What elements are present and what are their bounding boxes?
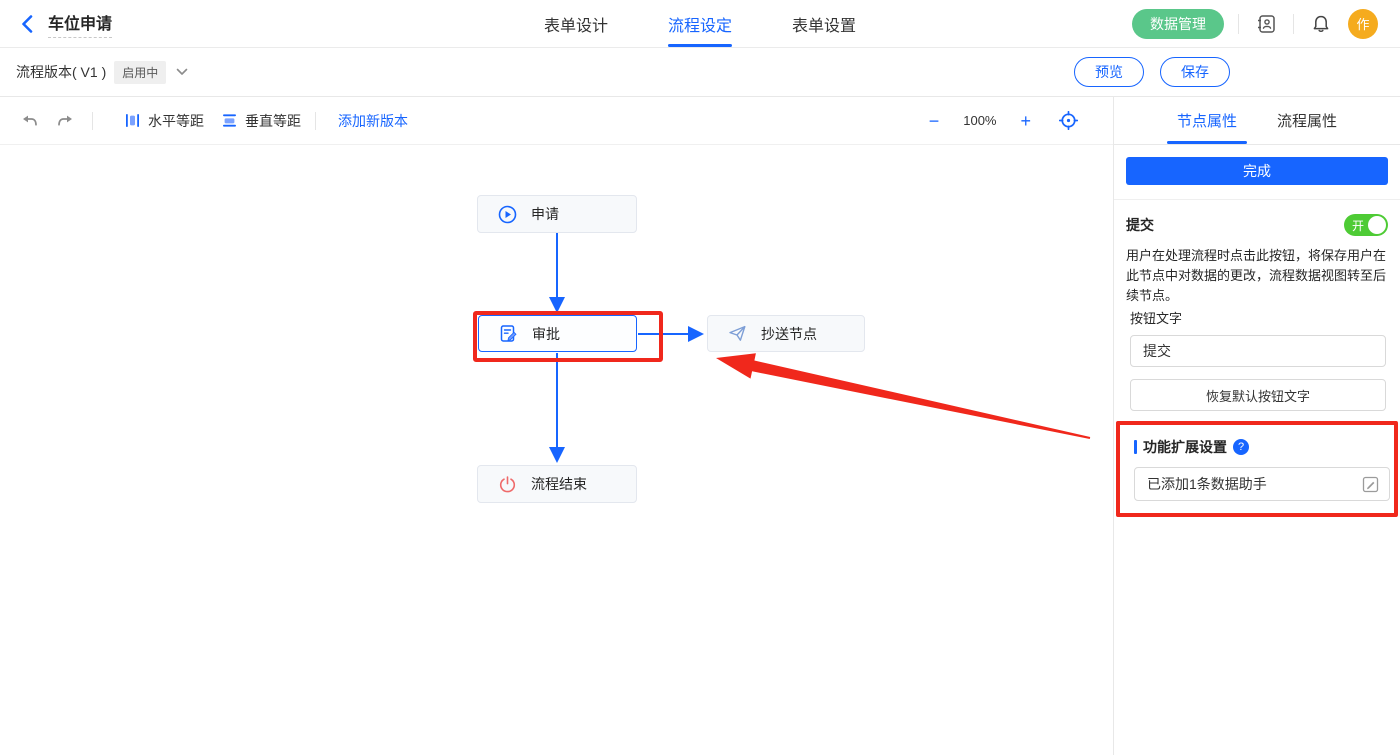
divider: [1238, 14, 1239, 34]
tab-flow-setting[interactable]: 流程设定: [668, 0, 732, 47]
notifications-bell-icon[interactable]: [1308, 11, 1334, 37]
annotation-rect-extension: 功能扩展设置 ? 已添加1条数据助手: [1116, 421, 1398, 517]
flow-version-label: 流程版本( V1 ): [16, 62, 106, 82]
tab-flow-properties[interactable]: 流程属性: [1277, 97, 1337, 144]
vertical-spacing-button[interactable]: 垂直等距: [222, 111, 301, 131]
extension-section-title: 功能扩展设置: [1143, 437, 1227, 457]
power-icon: [498, 475, 517, 494]
back-button[interactable]: [16, 13, 38, 35]
complete-button[interactable]: 完成: [1126, 157, 1388, 185]
toggle-knob: [1368, 216, 1386, 234]
toggle-on-label: 开: [1352, 217, 1364, 234]
node-label: 审批: [532, 324, 560, 344]
canvas-toolbar: 水平等距 垂直等距 添加新版本 − 100% +: [0, 97, 1113, 145]
contacts-book-icon[interactable]: [1253, 11, 1279, 37]
submit-section-title: 提交: [1126, 215, 1154, 235]
node-label: 流程结束: [531, 474, 587, 494]
edit-pencil-icon[interactable]: [1362, 476, 1379, 493]
vertical-distribute-icon: [222, 113, 237, 128]
submit-description: 用户在处理流程时点击此按钮，将保存用户在此节点中对数据的更改，流程数据视图转至后…: [1126, 246, 1388, 306]
tab-form-design[interactable]: 表单设计: [544, 0, 608, 47]
section-accent-bar: [1134, 440, 1137, 454]
zoom-in-button[interactable]: +: [1020, 112, 1031, 130]
version-bar: 流程版本( V1 ) 启用中 预览 保存: [0, 48, 1400, 97]
top-header: 车位申请 表单设计 流程设定 表单设置 数据管理 作: [0, 0, 1400, 48]
add-new-version-link[interactable]: 添加新版本: [338, 111, 408, 131]
document-edit-icon: [499, 324, 518, 343]
zoom-level: 100%: [963, 113, 996, 128]
annotation-arrow: [0, 145, 1113, 755]
chevron-left-icon: [21, 15, 33, 33]
page-title: 车位申请: [48, 10, 112, 38]
version-dropdown-chevron-icon[interactable]: [176, 68, 188, 76]
horizontal-spacing-button[interactable]: 水平等距: [125, 111, 204, 131]
node-end[interactable]: 流程结束: [477, 465, 637, 503]
button-text-input[interactable]: [1130, 335, 1386, 367]
node-start[interactable]: 申请: [477, 195, 637, 233]
node-label: 抄送节点: [761, 324, 817, 344]
divider: [1114, 199, 1400, 200]
fit-center-target-icon[interactable]: [1055, 108, 1081, 134]
node-cc[interactable]: 抄送节点: [707, 315, 865, 352]
data-manage-button[interactable]: 数据管理: [1132, 9, 1224, 39]
save-button[interactable]: 保存: [1160, 57, 1230, 87]
tab-node-properties[interactable]: 节点属性: [1177, 97, 1237, 144]
paper-plane-icon: [728, 324, 747, 343]
node-approval[interactable]: 审批: [478, 315, 637, 352]
divider: [92, 112, 93, 130]
flow-connectors: [0, 145, 1113, 755]
flow-canvas[interactable]: 申请 审批 抄送节点 流程结束: [0, 145, 1113, 755]
divider: [315, 112, 316, 130]
user-avatar[interactable]: 作: [1348, 9, 1378, 39]
header-tabs: 表单设计 流程设定 表单设置: [544, 0, 856, 47]
divider: [1293, 14, 1294, 34]
button-text-label: 按钮文字: [1130, 308, 1388, 327]
preview-button[interactable]: 预览: [1074, 57, 1144, 87]
restore-default-button[interactable]: 恢复默认按钮文字: [1130, 379, 1386, 411]
node-label: 申请: [531, 204, 559, 224]
data-assistant-field[interactable]: 已添加1条数据助手: [1134, 467, 1390, 501]
redo-icon[interactable]: [52, 108, 78, 134]
play-circle-icon: [498, 205, 517, 224]
submit-toggle[interactable]: 开: [1344, 214, 1388, 236]
vertical-spacing-label: 垂直等距: [245, 111, 301, 131]
data-assistant-value: 已添加1条数据助手: [1147, 474, 1362, 494]
undo-icon[interactable]: [16, 108, 42, 134]
zoom-out-button[interactable]: −: [929, 112, 940, 130]
status-badge: 启用中: [114, 61, 166, 84]
help-question-icon[interactable]: ?: [1233, 439, 1249, 455]
horizontal-spacing-label: 水平等距: [148, 111, 204, 131]
horizontal-distribute-icon: [125, 113, 140, 128]
tab-form-settings[interactable]: 表单设置: [792, 0, 856, 47]
properties-panel: 节点属性 流程属性 完成 提交 开 用户在处理流程时点击此按钮，将保存用户在此节…: [1113, 97, 1400, 755]
